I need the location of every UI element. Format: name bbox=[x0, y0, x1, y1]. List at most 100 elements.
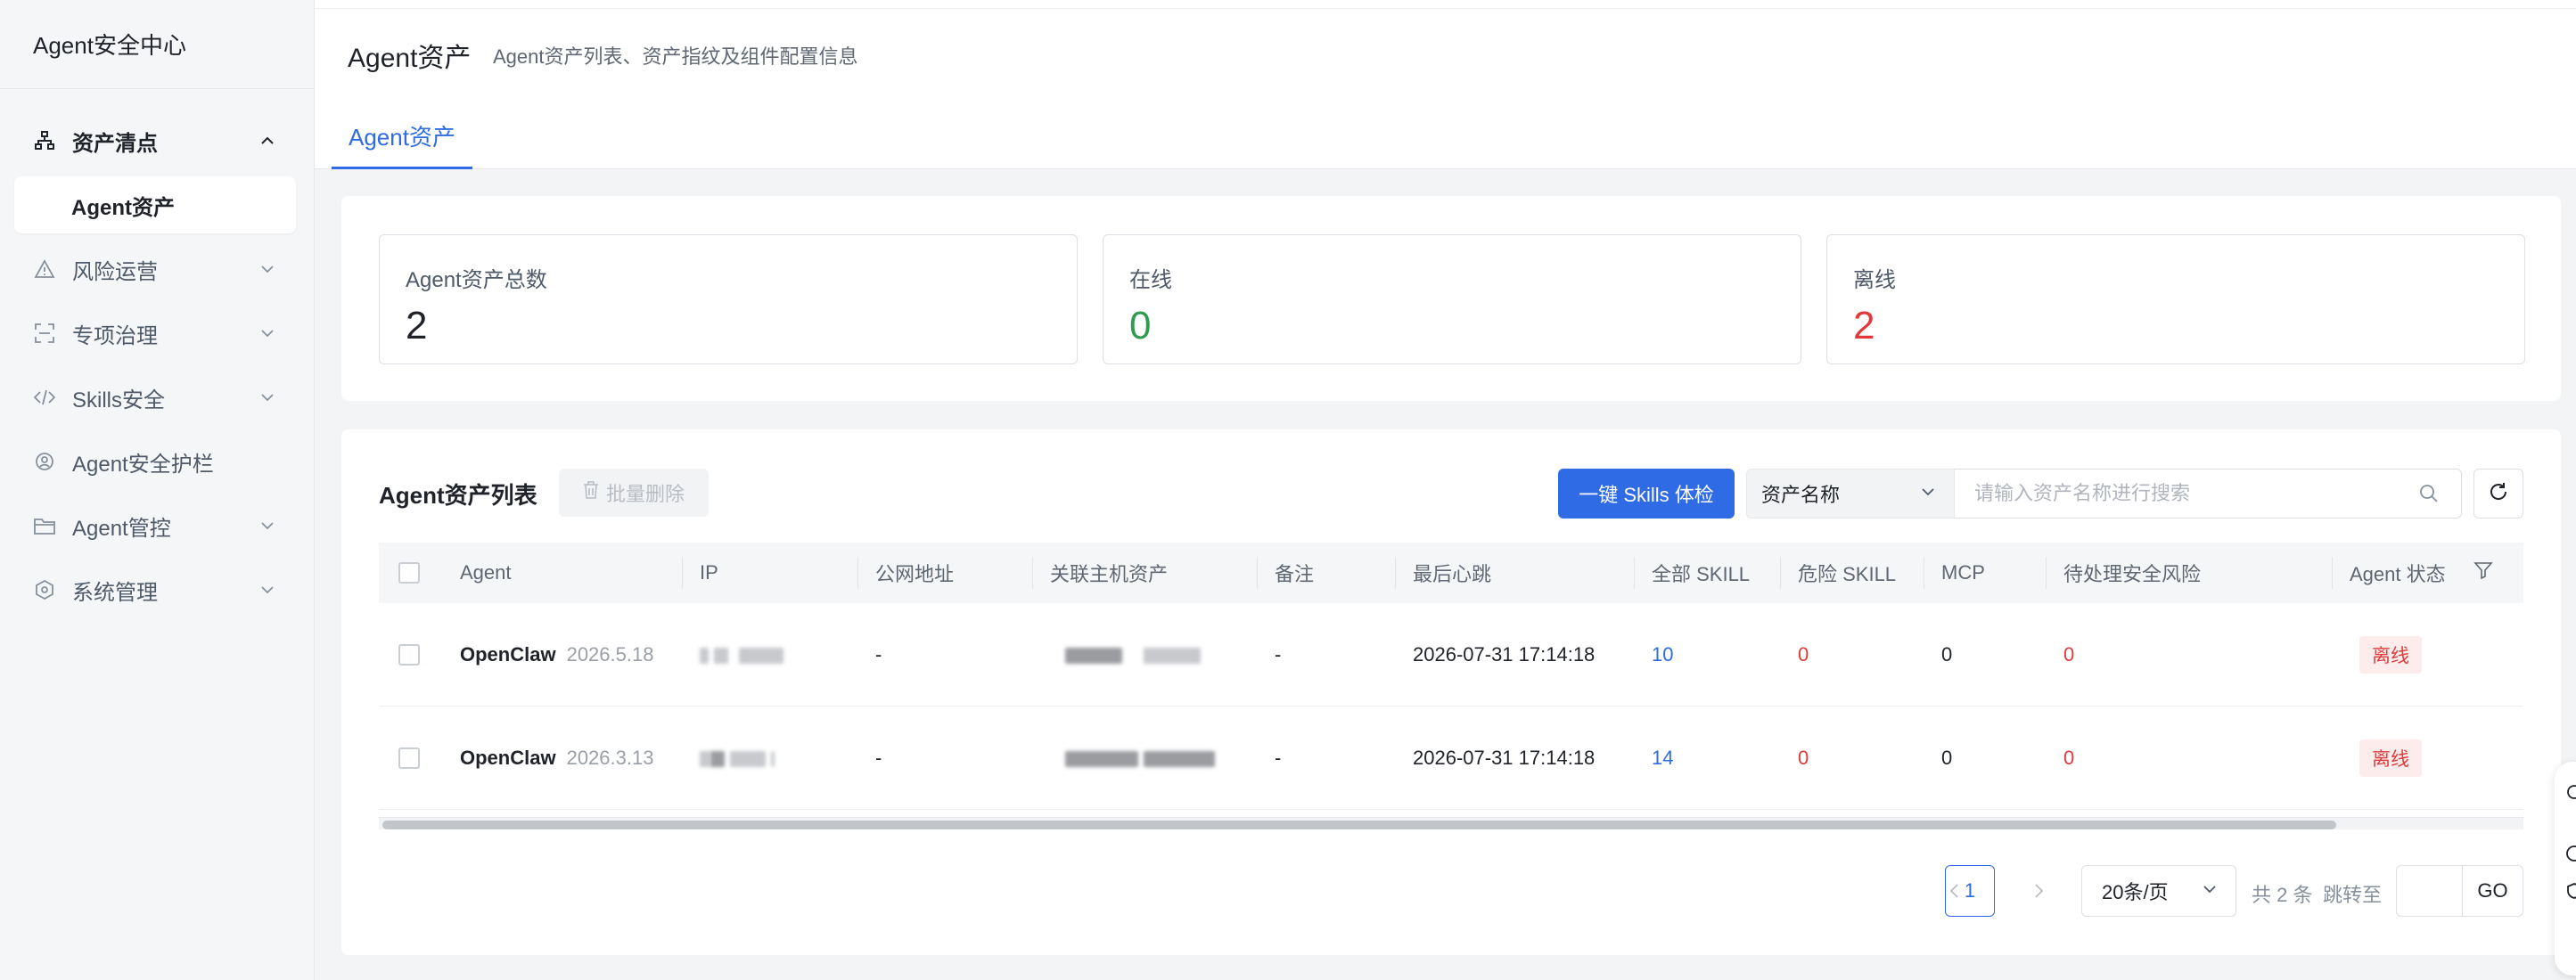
row-checkbox[interactable] bbox=[398, 643, 420, 666]
agent-name: OpenClaw bbox=[460, 746, 556, 769]
batch-delete-label: 批量删除 bbox=[605, 483, 685, 505]
stat-value: 2 bbox=[1853, 304, 1875, 347]
col-heartbeat: 最后心跳 bbox=[1413, 563, 1492, 585]
page-subtitle: Agent资产列表、资产指纹及组件配置信息 bbox=[493, 45, 858, 68]
stat-online: 在线 0 bbox=[1103, 234, 1801, 364]
page-size-select[interactable]: 20条/页 bbox=[2081, 865, 2236, 917]
heartbeat: 2026-07-31 17:14:18 bbox=[1413, 642, 1596, 666]
warning-icon bbox=[33, 257, 56, 281]
chevron-down-icon bbox=[1920, 482, 1936, 505]
sidebar-item-label: 系统管理 bbox=[72, 580, 158, 605]
mcp-count: 0 bbox=[1941, 642, 1953, 666]
shield-icon[interactable] bbox=[2565, 882, 2576, 900]
sidebar-item-asset-inventory[interactable]: 资产清点 bbox=[0, 109, 314, 173]
code-icon bbox=[33, 386, 56, 409]
ip-redacted bbox=[700, 747, 775, 770]
chevron-down-icon bbox=[258, 581, 276, 599]
help-icon[interactable] bbox=[2565, 845, 2576, 862]
agent-cell[interactable]: OpenClaw 2026.5.18 bbox=[460, 643, 653, 666]
danger-skill-count[interactable]: 0 bbox=[1798, 643, 1809, 666]
sidebar-item-label: 风险运营 bbox=[72, 259, 158, 284]
col-remark: 备注 bbox=[1275, 563, 1315, 585]
host-asset-redacted[interactable] bbox=[1065, 643, 1202, 666]
folder-icon bbox=[33, 514, 56, 537]
mcp-count: 0 bbox=[1941, 746, 1953, 769]
col-agent: Agent bbox=[460, 561, 512, 584]
col-agent-status: Agent 状态 bbox=[2350, 563, 2446, 585]
sidebar-item-agent-control[interactable]: Agent管控 bbox=[0, 494, 314, 558]
search-input[interactable] bbox=[1955, 470, 2383, 518]
total-count: 共 2 条 bbox=[2252, 884, 2313, 906]
sidebar-item-label: 专项治理 bbox=[72, 323, 158, 348]
row-checkbox[interactable] bbox=[398, 747, 420, 769]
scan-icon bbox=[33, 322, 56, 345]
location-icon bbox=[33, 450, 56, 473]
filter-icon[interactable] bbox=[2473, 560, 2493, 585]
sidebar-item-risk-ops[interactable]: 风险运营 bbox=[0, 237, 314, 301]
network-icon bbox=[33, 129, 56, 152]
batch-delete-button[interactable]: 批量删除 bbox=[559, 469, 709, 517]
col-host-asset: 关联主机资产 bbox=[1050, 563, 1169, 585]
search-box bbox=[1955, 469, 2462, 519]
sidebar-item-skills-security[interactable]: Skills安全 bbox=[0, 365, 314, 429]
sidebar-item-system-admin[interactable]: 系统管理 bbox=[0, 558, 314, 622]
select-all-checkbox[interactable] bbox=[398, 562, 420, 584]
sidebar-item-label: Skills安全 bbox=[72, 388, 166, 412]
stat-label: 在线 bbox=[1129, 268, 1172, 292]
all-skill-count[interactable]: 10 bbox=[1652, 643, 1673, 666]
ip-redacted bbox=[700, 643, 784, 666]
page-size-value: 20条/页 bbox=[2102, 881, 2169, 903]
public-address: - bbox=[875, 746, 882, 769]
danger-skill-count[interactable]: 0 bbox=[1798, 747, 1809, 770]
status-badge: 离线 bbox=[2359, 739, 2422, 777]
sidebar-item-label: Agent管控 bbox=[72, 516, 171, 541]
goto-button[interactable]: GO bbox=[2462, 865, 2523, 917]
search-field-select[interactable]: 资产名称 bbox=[1746, 469, 1955, 519]
list-title: Agent资产列表 bbox=[379, 482, 537, 509]
sidebar-nav: 资产清点 Agent资产 风险运营 专项治理 Skills安全 Agent安全护… bbox=[0, 89, 314, 622]
agent-version: 2026.3.13 bbox=[566, 746, 654, 769]
col-public-address: 公网地址 bbox=[875, 563, 955, 585]
search-icon[interactable] bbox=[2418, 483, 2440, 509]
agent-cell[interactable]: OpenClaw 2026.3.13 bbox=[460, 747, 653, 770]
chevron-down-icon bbox=[258, 324, 276, 342]
chevron-down-icon bbox=[258, 388, 276, 406]
page-number-1[interactable]: 1 bbox=[1945, 865, 1995, 917]
chat-icon[interactable] bbox=[2565, 784, 2576, 802]
chevron-right-icon[interactable] bbox=[2025, 865, 2052, 917]
col-mcp: MCP bbox=[1941, 561, 1985, 584]
col-danger-skill: 危险 SKILL bbox=[1798, 563, 1897, 585]
table-row: OpenClaw 2026.5.18 - - 2026-07-31 17:14:1… bbox=[379, 603, 2523, 706]
skills-check-button[interactable]: 一键 Skills 体检 bbox=[1558, 469, 1735, 519]
sidebar-item-label: Agent安全护栏 bbox=[72, 452, 214, 477]
goto-label: 跳转至 bbox=[2323, 884, 2383, 906]
goto-page-input[interactable] bbox=[2396, 865, 2462, 917]
chevron-down-icon bbox=[258, 517, 276, 535]
col-pending-risk: 待处理安全风险 bbox=[2063, 563, 2202, 585]
remark: - bbox=[1275, 746, 1282, 769]
pending-risk-count[interactable]: 0 bbox=[2063, 747, 2074, 770]
stat-total: Agent资产总数 2 bbox=[379, 234, 1078, 364]
chevron-down-icon bbox=[258, 260, 276, 278]
refresh-button[interactable] bbox=[2473, 469, 2523, 519]
asset-table: Agent IP 公网地址 关联主机资产 备注 最后心跳 全部 SKILL 危险… bbox=[379, 543, 2523, 810]
chevron-down-icon bbox=[2202, 879, 2218, 902]
table-row: OpenClaw 2026.3.13 - - 2026-07-31 17:14:1… bbox=[379, 706, 2523, 810]
sidebar-item-agent-guardrail[interactable]: Agent安全护栏 bbox=[0, 429, 314, 494]
sidebar-item-label: 资产清点 bbox=[72, 131, 158, 156]
horizontal-scrollbar[interactable] bbox=[379, 817, 2523, 829]
col-all-skill: 全部 SKILL bbox=[1652, 563, 1751, 585]
refresh-icon bbox=[2487, 480, 2510, 508]
pending-risk-count[interactable]: 0 bbox=[2063, 643, 2074, 666]
host-asset-redacted[interactable] bbox=[1065, 747, 1216, 770]
all-skill-count[interactable]: 14 bbox=[1652, 747, 1673, 770]
app-brand: Agent安全中心 bbox=[0, 0, 314, 89]
scrollbar-thumb[interactable] bbox=[382, 821, 2336, 829]
trash-icon bbox=[583, 481, 599, 504]
stat-value: 2 bbox=[406, 304, 428, 347]
agent-name: OpenClaw bbox=[460, 642, 556, 666]
tab-agent-assets[interactable]: Agent资产 bbox=[332, 96, 472, 169]
settings-icon bbox=[33, 578, 56, 601]
sidebar-item-agent-assets[interactable]: Agent资产 bbox=[14, 176, 296, 233]
sidebar-item-special-governance[interactable]: 专项治理 bbox=[0, 301, 314, 365]
